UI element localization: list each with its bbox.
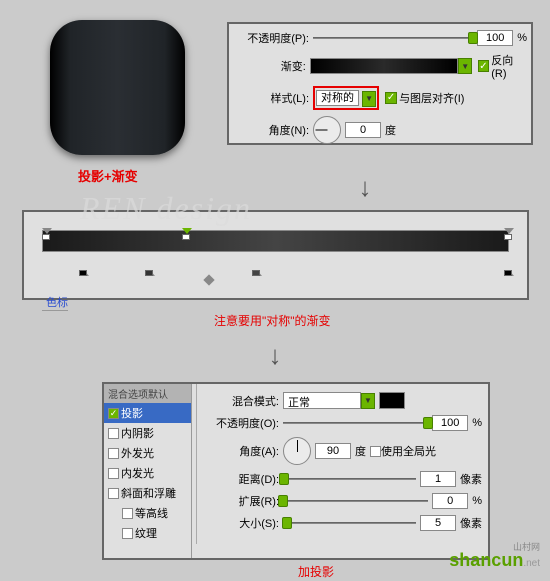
shadow-color-swatch[interactable] xyxy=(379,392,405,409)
spread-slider[interactable] xyxy=(283,494,428,508)
caption-shadow-gradient: 投影+渐变 xyxy=(78,166,138,185)
checkbox-icon[interactable] xyxy=(108,468,119,479)
angle-label: 角度(N): xyxy=(233,122,313,138)
style-item-outerglow[interactable]: 外发光 xyxy=(104,443,191,463)
size-label: 大小(S): xyxy=(207,515,283,531)
brand-watermark: 山村网 shancun.net xyxy=(449,544,540,571)
divider xyxy=(196,384,197,544)
style-highlight: 对称的 ▼ xyxy=(313,86,379,110)
gradient-bar[interactable] xyxy=(42,230,509,252)
style-item-bevel[interactable]: 斜面和浮雕 xyxy=(104,483,191,503)
reverse-label: 反向(R) xyxy=(491,52,527,80)
checkbox-icon[interactable] xyxy=(108,488,119,499)
gradient-dropdown-icon[interactable]: ▼ xyxy=(458,58,472,74)
distance-slider[interactable] xyxy=(283,472,416,486)
style-item-texture[interactable]: 纹理 xyxy=(104,523,191,543)
checkbox-icon[interactable] xyxy=(108,428,119,439)
styles-list: 混合选项默认 ✓投影 内阴影 外发光 内发光 斜面和浮雕 等高线 纹理 xyxy=(104,384,192,558)
arrow-down-icon: ↓ xyxy=(269,340,282,371)
style-item-innerglow[interactable]: 内发光 xyxy=(104,463,191,483)
blend-label: 混合模式: xyxy=(207,393,283,409)
caption-dropshadow: 加投影 xyxy=(298,563,334,580)
arrow-down-icon: ↓ xyxy=(359,172,372,203)
gradient-track[interactable] xyxy=(42,230,509,280)
drop-shadow-panel: 混合选项默认 ✓投影 内阴影 外发光 内发光 斜面和浮雕 等高线 纹理 混合模式… xyxy=(102,382,490,560)
styles-header: 混合选项默认 xyxy=(104,384,191,403)
p3-opacity-slider[interactable] xyxy=(283,416,428,430)
p3-opacity-label: 不透明度(O): xyxy=(207,415,283,431)
opacity-input[interactable] xyxy=(477,30,513,46)
style-item-dropshadow[interactable]: ✓投影 xyxy=(104,403,191,423)
degree-label: 度 xyxy=(385,122,396,138)
checkbox-icon[interactable] xyxy=(108,448,119,459)
drop-shadow-settings: 混合模式: 正常 ▼ 不透明度(O): % 角度(A): 度 使用全局光 距离(… xyxy=(201,384,488,558)
checkbox-icon[interactable] xyxy=(122,528,133,539)
p3-angle-label: 角度(A): xyxy=(207,443,283,459)
angle-dial[interactable] xyxy=(313,116,341,144)
gradient-label: 渐变: xyxy=(233,58,310,74)
angle-input[interactable] xyxy=(345,122,381,138)
spread-input[interactable] xyxy=(432,493,468,509)
style-item-contour[interactable]: 等高线 xyxy=(104,503,191,523)
gradient-editor-panel: 色标 xyxy=(22,210,529,300)
style-dropdown[interactable]: 对称的 xyxy=(316,90,359,106)
distance-input[interactable] xyxy=(420,471,456,487)
percent-label: % xyxy=(517,32,527,44)
stops-label: 色标 xyxy=(42,294,68,311)
align-label: 与图层对齐(I) xyxy=(399,90,464,106)
blend-dropdown-icon[interactable]: ▼ xyxy=(361,393,375,409)
p3-opacity-input[interactable] xyxy=(432,415,468,431)
checkbox-on-icon[interactable]: ✓ xyxy=(108,408,119,419)
align-checkbox[interactable]: ✓ xyxy=(385,92,397,104)
note-symmetric: 注意要用"对称"的渐变 xyxy=(214,312,331,329)
gradient-swatch[interactable] xyxy=(310,58,459,74)
global-light-checkbox[interactable] xyxy=(370,446,381,457)
style-label: 样式(L): xyxy=(233,90,313,106)
checkbox-icon[interactable] xyxy=(122,508,133,519)
global-light-label: 使用全局光 xyxy=(381,443,436,459)
spread-label: 扩展(R): xyxy=(207,493,283,509)
size-slider[interactable] xyxy=(283,516,416,530)
gradient-overlay-panel: 不透明度(P): % 渐变: ▼ ✓ 反向(R) 样式(L): 对称的 ▼ ✓ … xyxy=(227,22,533,145)
p3-angle-input[interactable] xyxy=(315,443,351,459)
style-item-innershadow[interactable]: 内阴影 xyxy=(104,423,191,443)
opacity-label: 不透明度(P): xyxy=(233,30,313,46)
size-input[interactable] xyxy=(420,515,456,531)
p3-angle-dial[interactable] xyxy=(283,437,311,465)
reverse-checkbox[interactable]: ✓ xyxy=(478,60,490,72)
icon-preview xyxy=(50,20,185,155)
style-dropdown-icon[interactable]: ▼ xyxy=(362,91,376,107)
distance-label: 距离(D): xyxy=(207,471,283,487)
opacity-slider[interactable] xyxy=(313,31,473,45)
blend-mode-dropdown[interactable]: 正常 xyxy=(283,392,361,409)
